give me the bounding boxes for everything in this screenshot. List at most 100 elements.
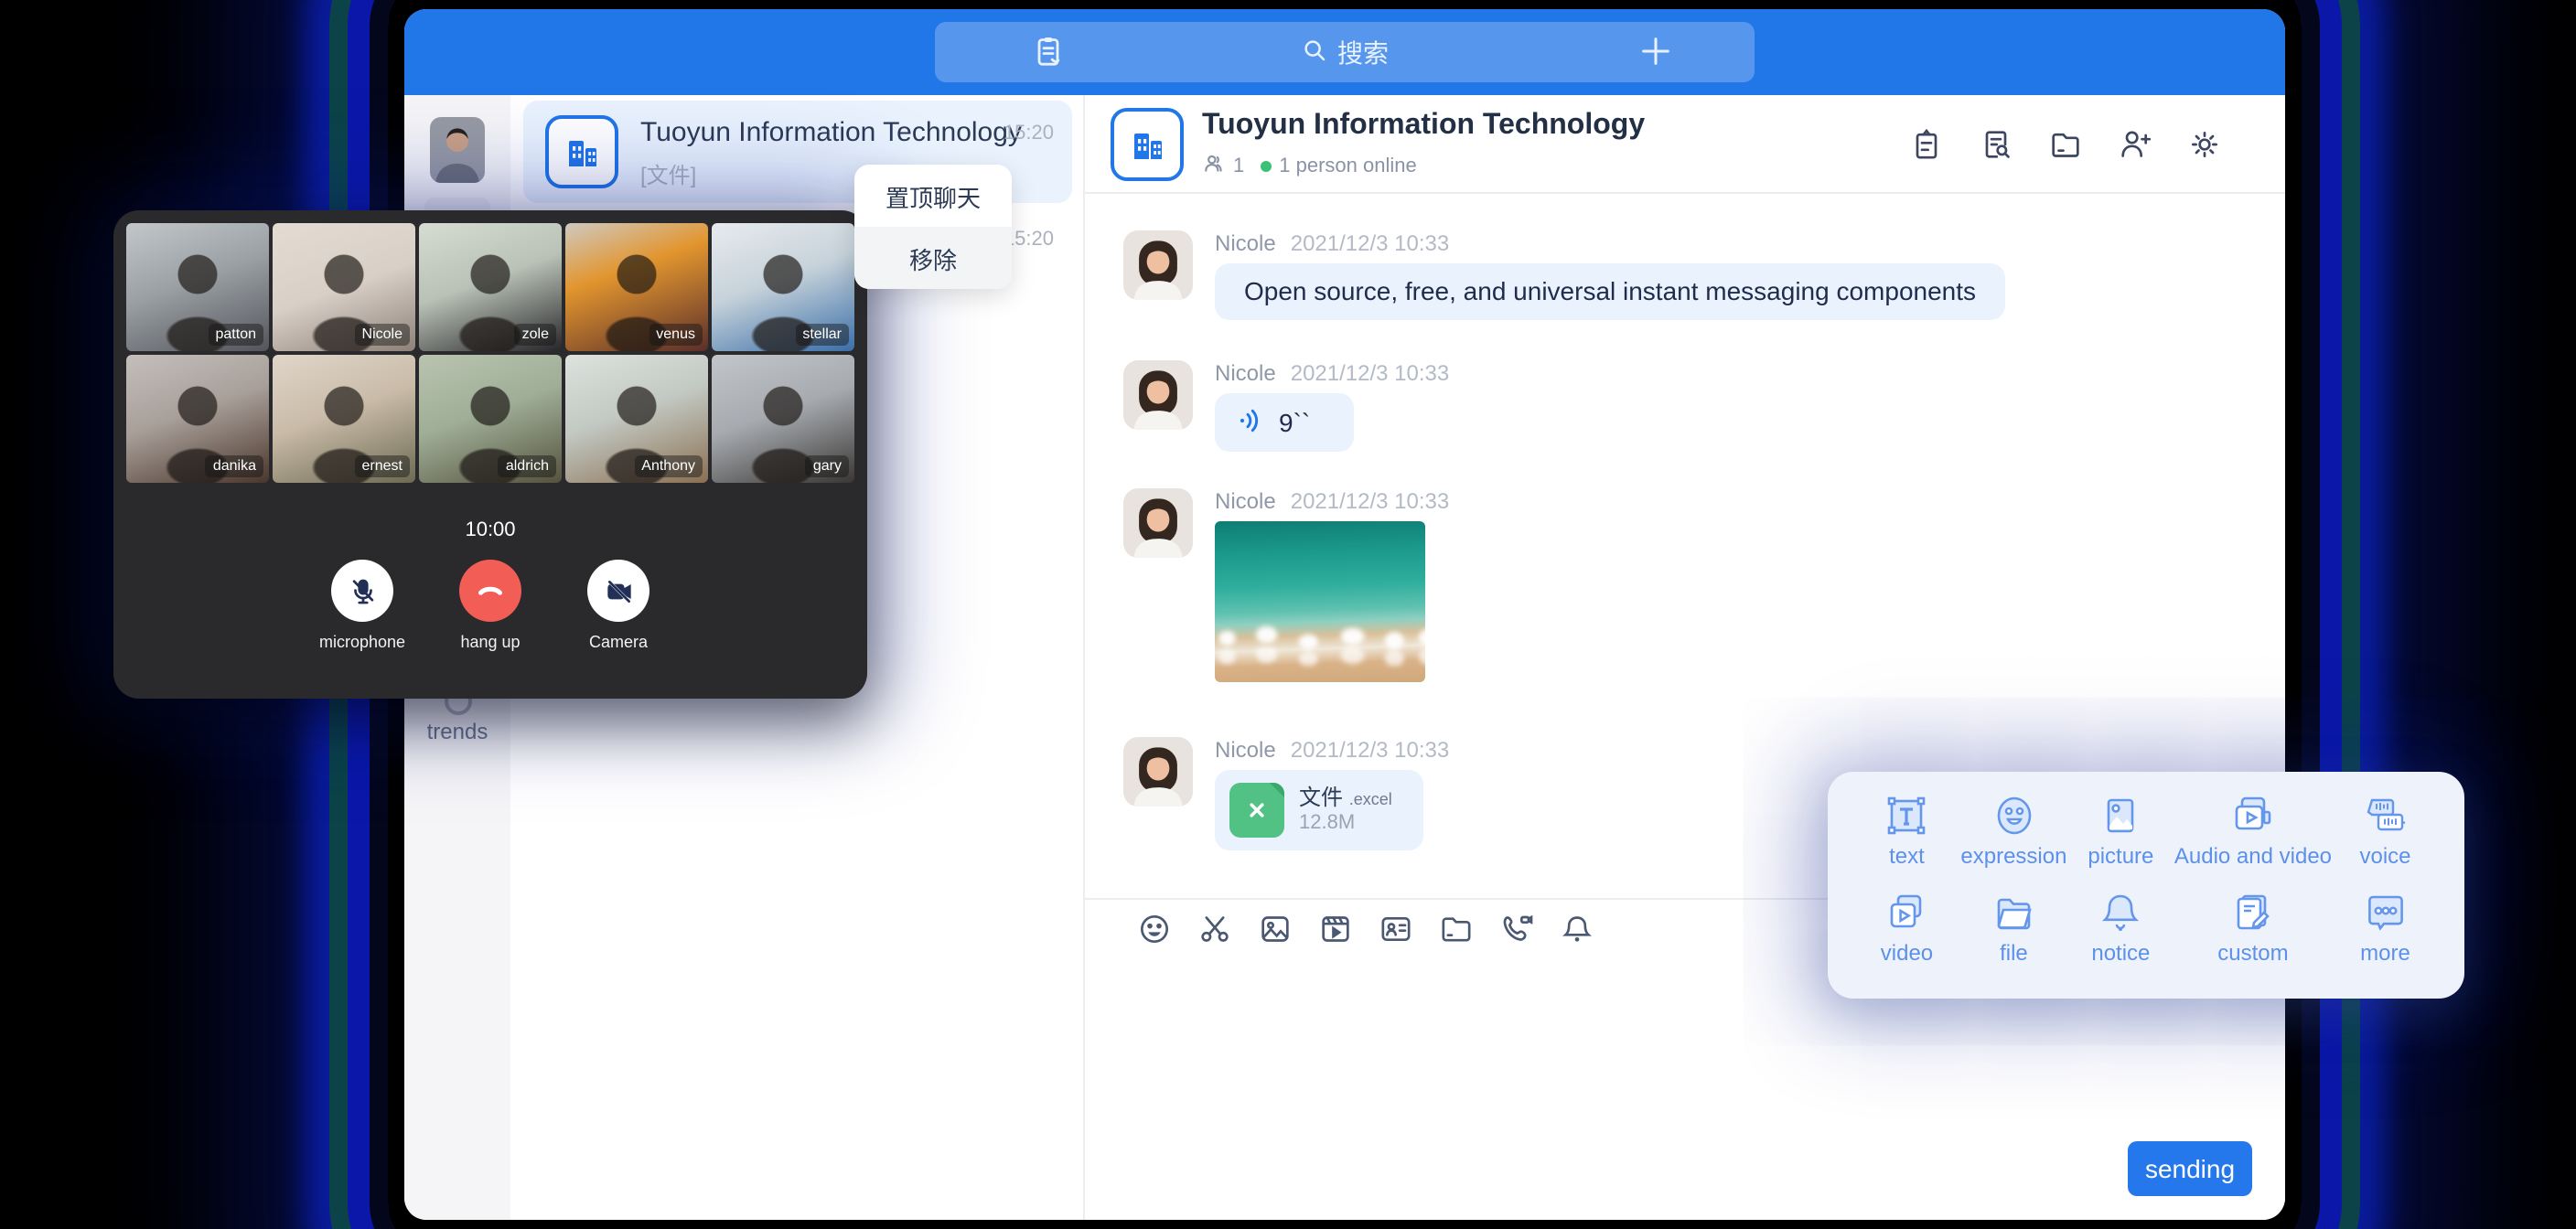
message-text: Nicole 2021/12/3 10:33 Open source, free,… [1123, 230, 2285, 320]
add-member-icon[interactable] [2117, 126, 2153, 163]
participant-name: zole [515, 324, 556, 346]
file-bubble[interactable]: 文件 .excel 12.8M [1215, 770, 1423, 850]
message-time: 2021/12/3 10:33 [1291, 737, 1450, 763]
hang-up-label: hang up [460, 633, 520, 651]
participant-name: stellar [795, 324, 849, 346]
chat-header: Tuoyun Information Technology 1 1 person… [1085, 95, 2285, 194]
message-meta: Nicole2021/12/3 10:33 [1215, 488, 1449, 518]
image-message-beach[interactable] [1215, 521, 1425, 682]
panel-item-video[interactable]: video [1853, 889, 1960, 986]
message-meta: Nicole 2021/12/3 10:33 [1215, 737, 1449, 766]
video-call-icon[interactable] [1498, 911, 1535, 947]
search-bar[interactable]: 搜索 [935, 22, 1755, 82]
search-placeholder: 搜索 [1337, 34, 1389, 70]
panel-item-voice[interactable]: voice [2332, 792, 2439, 889]
message-voice: Nicole 2021/12/3 10:33 9`` [1123, 360, 2285, 452]
message-time: 2021/12/3 10:33 [1291, 360, 1450, 386]
video-icon[interactable] [1317, 911, 1354, 947]
panel-item-notice[interactable]: notice [2067, 889, 2174, 986]
top-bar: 搜索 [404, 9, 2285, 95]
conversation-preview: [文件] [640, 159, 696, 190]
image-icon[interactable] [1257, 911, 1293, 947]
participant-tile[interactable]: gary [712, 355, 854, 483]
trends-label: trends [427, 719, 488, 744]
panel-item-text[interactable]: text [1853, 792, 1960, 889]
file-name: 文件 [1299, 785, 1343, 810]
participant-name: venus [649, 324, 703, 346]
panel-item-picture[interactable]: picture [2067, 792, 2174, 889]
participant-tile[interactable]: aldrich [419, 355, 562, 483]
chat-header-actions [1908, 126, 2223, 163]
file-size: 12.8M [1299, 812, 1392, 836]
contact-card-icon[interactable] [1378, 911, 1414, 947]
my-avatar[interactable] [430, 117, 485, 183]
mic-off-icon [331, 560, 393, 622]
participant-name: Anthony [634, 455, 703, 477]
panel-item-more[interactable]: more [2332, 889, 2439, 986]
search-input[interactable]: 搜索 [935, 22, 1755, 82]
camera-button[interactable]: Camera [554, 560, 682, 651]
hang-up-button[interactable]: hang up [426, 560, 554, 651]
participant-grid: patton Nicole zole venus stellar danika … [126, 223, 854, 483]
screenshot-icon[interactable] [1197, 911, 1233, 947]
participant-tile[interactable]: stellar [712, 223, 854, 351]
participant-tile[interactable]: venus [565, 223, 708, 351]
send-button[interactable]: sending [2128, 1141, 2252, 1196]
participant-tile[interactable]: Anthony [565, 355, 708, 483]
sender-name: Nicole [1215, 230, 1276, 256]
hang-up-icon [459, 560, 521, 622]
files-icon[interactable] [2047, 126, 2084, 163]
conversation-time: 15:20 [1004, 123, 1054, 144]
chat-history-icon[interactable] [1978, 126, 2014, 163]
folder-icon[interactable] [1438, 911, 1475, 947]
settings-icon[interactable] [2186, 126, 2223, 163]
microphone-button[interactable]: microphone [298, 560, 426, 651]
notification-icon[interactable] [1559, 911, 1595, 947]
sender-avatar[interactable] [1123, 230, 1193, 300]
sender-avatar[interactable] [1123, 488, 1193, 558]
participant-tile[interactable]: ernest [273, 355, 415, 483]
message-time: 2021/12/3 10:33 [1291, 230, 1450, 256]
sender-name: Nicole [1215, 737, 1276, 763]
voice-duration: 9`` [1279, 408, 1310, 437]
company-avatar [1111, 108, 1184, 181]
participant-name: danika [206, 455, 263, 477]
camera-label: Camera [589, 633, 648, 651]
emoji-icon[interactable] [1136, 911, 1173, 947]
message-meta: Nicole 2021/12/3 10:33 [1215, 360, 1449, 390]
sender-name: Nicole [1215, 360, 1276, 386]
menu-item-remove[interactable]: 移除 [854, 227, 1012, 289]
participant-tile[interactable]: zole [419, 223, 562, 351]
online-status: 1 person online [1279, 155, 1416, 177]
panel-item-custom[interactable]: custom [2174, 889, 2332, 986]
chat-pane: Tuoyun Information Technology 1 1 person… [1085, 95, 2285, 1220]
online-dot [1261, 161, 1272, 172]
sender-avatar[interactable] [1123, 360, 1193, 430]
announcement-icon[interactable] [1908, 126, 1945, 163]
panel-item-expression[interactable]: expression [1960, 792, 2067, 889]
search-icon [1301, 36, 1328, 69]
participant-tile[interactable]: danika [126, 355, 269, 483]
participant-name: ernest [355, 455, 410, 477]
microphone-label: microphone [319, 633, 405, 651]
building-icon [560, 130, 604, 174]
chat-subtitle: 1 1 person online [1202, 152, 1417, 181]
sender-avatar[interactable] [1123, 737, 1193, 807]
file-ext: .excel [1349, 790, 1392, 808]
panel-item-audio-video[interactable]: Audio and video [2174, 792, 2332, 889]
participant-tile[interactable]: Nicole [273, 223, 415, 351]
video-call-window: patton Nicole zole venus stellar danika … [113, 210, 867, 699]
menu-item-pin-chat[interactable]: 置顶聊天 [854, 165, 1012, 227]
participant-name: Nicole [355, 324, 410, 346]
call-controls: microphone hang up Camera [126, 560, 854, 651]
sender-name: Nicole [1215, 488, 1276, 514]
voice-bubble[interactable]: 9`` [1215, 393, 1354, 452]
text-bubble[interactable]: Open source, free, and universal instant… [1215, 263, 2005, 320]
camera-off-icon [587, 560, 649, 622]
excel-file-icon [1229, 783, 1284, 838]
add-button[interactable] [1637, 33, 1674, 79]
panel-item-file[interactable]: file [1960, 889, 2067, 986]
conversation-context-menu: 置顶聊天 移除 [854, 165, 1012, 289]
participant-tile[interactable]: patton [126, 223, 269, 351]
message-type-panel: text expression picture Audio and video [1828, 772, 2464, 999]
